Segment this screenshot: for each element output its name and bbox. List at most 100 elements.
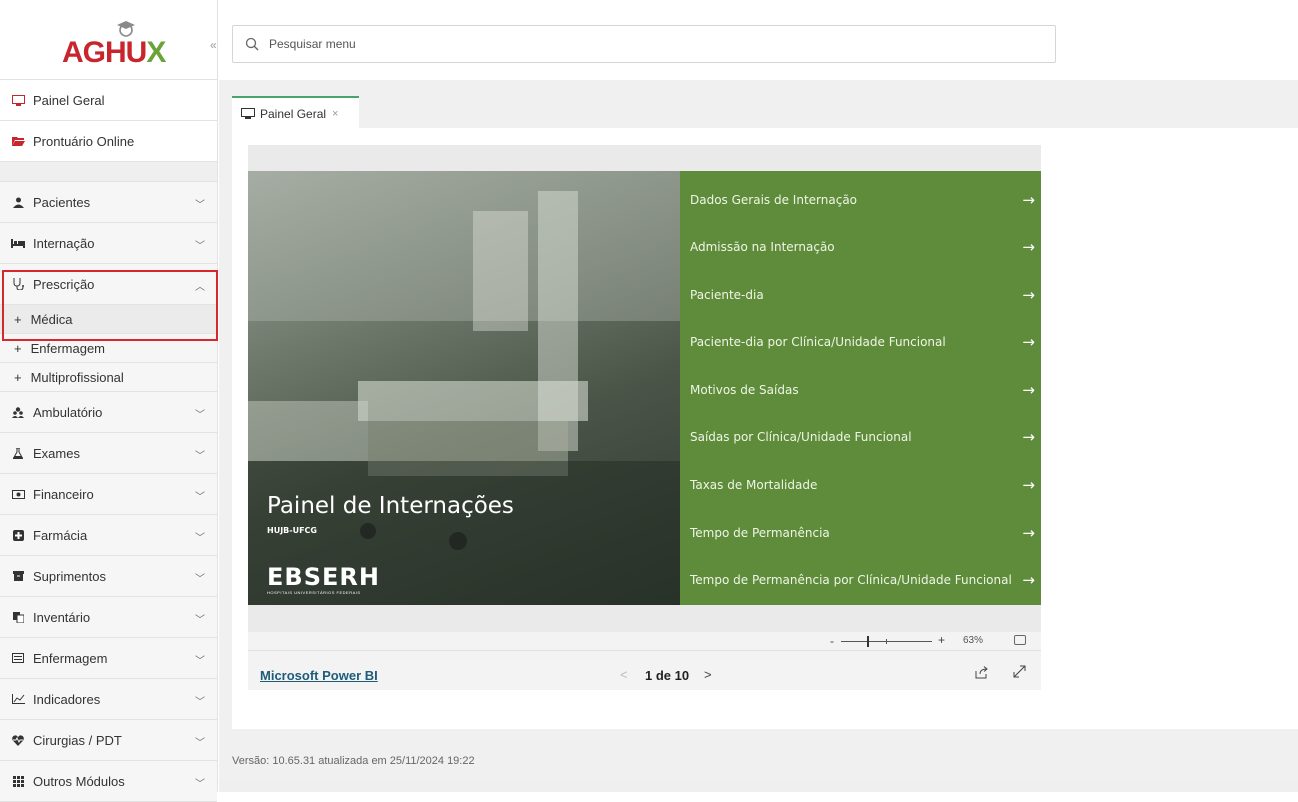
sidebar-item-cirurgias-pdt[interactable]: Cirurgias / PDT ﹀ — [0, 720, 217, 761]
sidebar-divider — [0, 162, 217, 182]
sidebar-item-label: Prontuário Online — [33, 133, 135, 149]
sidebar-item-label: Farmácia — [33, 527, 88, 543]
expand-icon[interactable] — [1013, 665, 1026, 678]
plus-icon: + — [14, 340, 22, 356]
ebserh-logo-caption: HOSPITAIS UNIVERSITÁRIOS FEDERAIS — [267, 590, 361, 595]
arrow-right-icon: → — [1022, 571, 1035, 589]
search-input[interactable] — [269, 37, 969, 51]
sidebar-item-enfermagem[interactable]: Enfermagem ﹀ — [0, 638, 217, 679]
sidebar-item-ambulatorio[interactable]: Ambulatório ﹀ — [0, 392, 217, 433]
grid-icon — [10, 775, 26, 787]
powerbi-embed: Painel de Internações HUJB-UFCG EBSERH H… — [248, 145, 1041, 690]
arrow-right-icon: → — [1022, 524, 1035, 542]
report-link-motivos-saidas[interactable]: Motivos de Saídas → — [690, 378, 1035, 402]
sidebar-item-painel-geral[interactable]: Painel Geral — [0, 80, 217, 121]
sidebar-item-label: Financeiro — [33, 486, 94, 502]
chevron-down-icon: ﹀ — [195, 492, 205, 503]
close-icon[interactable]: × — [332, 108, 338, 120]
sidebar-item-exames[interactable]: Exames ﹀ — [0, 433, 217, 474]
zoom-slider-tick — [886, 639, 887, 644]
sidebar-item-label: Painel Geral — [33, 92, 105, 108]
fit-to-page-icon[interactable] — [1014, 635, 1026, 645]
version-info: Versão: 10.65.31 atualizada em 25/11/202… — [232, 755, 475, 767]
report-link-paciente-dia[interactable]: Paciente-dia → — [690, 283, 1035, 307]
chevron-down-icon: ﹀ — [195, 533, 205, 544]
next-page-button[interactable]: > — [704, 667, 712, 682]
chevron-down-icon: ﹀ — [195, 241, 205, 252]
report-link-admissao[interactable]: Admissão na Internação → — [690, 235, 1035, 259]
sidebar-item-label: Exames — [33, 445, 80, 461]
flask-icon — [10, 447, 26, 459]
ebserh-logo: EBSERH — [267, 563, 380, 591]
report-link-taxas-mortalidade[interactable]: Taxas de Mortalidade → — [690, 473, 1035, 497]
sidebar-item-label: Indicadores — [33, 691, 101, 707]
sidebar-subitem-multiprofissional[interactable]: + Multiprofissional — [0, 363, 217, 392]
sidebar-item-label: Suprimentos — [33, 568, 106, 584]
microsoft-power-bi-link[interactable]: Microsoft Power BI — [260, 668, 378, 683]
sidebar-item-indicadores[interactable]: Indicadores ﹀ — [0, 679, 217, 720]
line-chart-icon — [10, 694, 26, 704]
arrow-right-icon: → — [1022, 428, 1035, 446]
sidebar-item-suprimentos[interactable]: Suprimentos ﹀ — [0, 556, 217, 597]
list-alt-icon — [10, 653, 26, 663]
aghux-logo[interactable]: AGHUX — [62, 36, 166, 70]
arrow-right-icon: → — [1022, 333, 1035, 351]
arrow-right-icon: → — [1022, 476, 1035, 494]
powerbi-footer: Microsoft Power BI < 1 de 10 > — [248, 650, 1041, 690]
highlight-box — [2, 270, 218, 341]
report-link-tempo-permanencia[interactable]: Tempo de Permanência → — [690, 521, 1035, 545]
share-icon[interactable] — [975, 666, 988, 679]
sidebar-item-inventario[interactable]: Inventário ﹀ — [0, 597, 217, 638]
search-box[interactable] — [232, 25, 1056, 63]
report-link-tempo-permanencia-clinica[interactable]: Tempo de Permanência por Clínica/Unidade… — [690, 568, 1035, 592]
money-icon — [10, 489, 26, 499]
chevron-down-icon: ﹀ — [195, 697, 205, 708]
chevron-down-icon: ﹀ — [195, 615, 205, 626]
sidebar-item-label: Inventário — [33, 609, 91, 625]
previous-page-button[interactable]: < — [620, 667, 628, 682]
bed-icon — [10, 238, 26, 248]
chevron-down-icon: ﹀ — [195, 656, 205, 667]
zoom-out-button[interactable]: - — [830, 634, 834, 648]
tab-painel-geral[interactable]: Painel Geral × — [232, 96, 359, 129]
sidebar-item-farmacia[interactable]: Farmácia ﹀ — [0, 515, 217, 556]
report-subtitle: HUJB-UFCG — [267, 526, 317, 535]
hospital-room-image: Painel de Internações HUJB-UFCG EBSERH H… — [248, 171, 680, 605]
monitor-icon — [10, 94, 26, 106]
zoom-in-button[interactable]: + — [938, 633, 945, 647]
chevron-down-icon: ﹀ — [195, 738, 205, 749]
search-icon — [245, 37, 259, 51]
sidebar-item-label: Internação — [33, 235, 95, 251]
monitor-icon — [241, 108, 255, 119]
chevron-down-icon: ﹀ — [195, 574, 205, 585]
chevron-down-icon: ﹀ — [195, 200, 205, 211]
collapse-sidebar-button[interactable]: « — [210, 38, 217, 52]
sidebar-item-outros-modulos[interactable]: Outros Módulos ﹀ — [0, 761, 217, 802]
arrow-right-icon: → — [1022, 381, 1035, 399]
plus-square-icon — [10, 529, 26, 541]
sidebar-item-financeiro[interactable]: Financeiro ﹀ — [0, 474, 217, 515]
sidebar-item-pacientes[interactable]: Pacientes ﹀ — [0, 182, 217, 223]
sidebar-item-label: Pacientes — [33, 194, 91, 210]
footer-strip — [219, 781, 1298, 792]
arrow-right-icon: → — [1022, 191, 1035, 209]
report-link-paciente-dia-clinica[interactable]: Paciente-dia por Clínica/Unidade Funcion… — [690, 330, 1035, 354]
user-icon — [10, 197, 26, 208]
zoom-slider-thumb[interactable] — [867, 636, 869, 647]
arrow-right-icon: → — [1022, 238, 1035, 256]
archive-icon — [10, 571, 26, 581]
zoom-level: 63% — [963, 635, 984, 646]
sidebar-item-prontuario-online[interactable]: Prontuário Online — [0, 121, 217, 162]
report-link-saidas-clinica[interactable]: Saídas por Clínica/Unidade Funcional → — [690, 425, 1035, 449]
arrow-right-icon: → — [1022, 286, 1035, 304]
logo-area: AGHUX — [0, 0, 217, 80]
sidebar-item-internacao[interactable]: Internação ﹀ — [0, 223, 217, 264]
chevron-down-icon: ﹀ — [195, 779, 205, 790]
sidebar-subitem-label: Enfermagem — [30, 340, 106, 356]
report-link-dados-gerais[interactable]: Dados Gerais de Internação → — [690, 188, 1035, 212]
report-title: Painel de Internações — [267, 493, 514, 519]
plus-icon: + — [14, 369, 22, 385]
sidebar: AGHUX « Painel Geral Prontuário Online P… — [0, 0, 218, 802]
powerbi-report-canvas: Painel de Internações HUJB-UFCG EBSERH H… — [248, 171, 1041, 605]
sidebar-item-label: Ambulatório — [33, 404, 103, 420]
